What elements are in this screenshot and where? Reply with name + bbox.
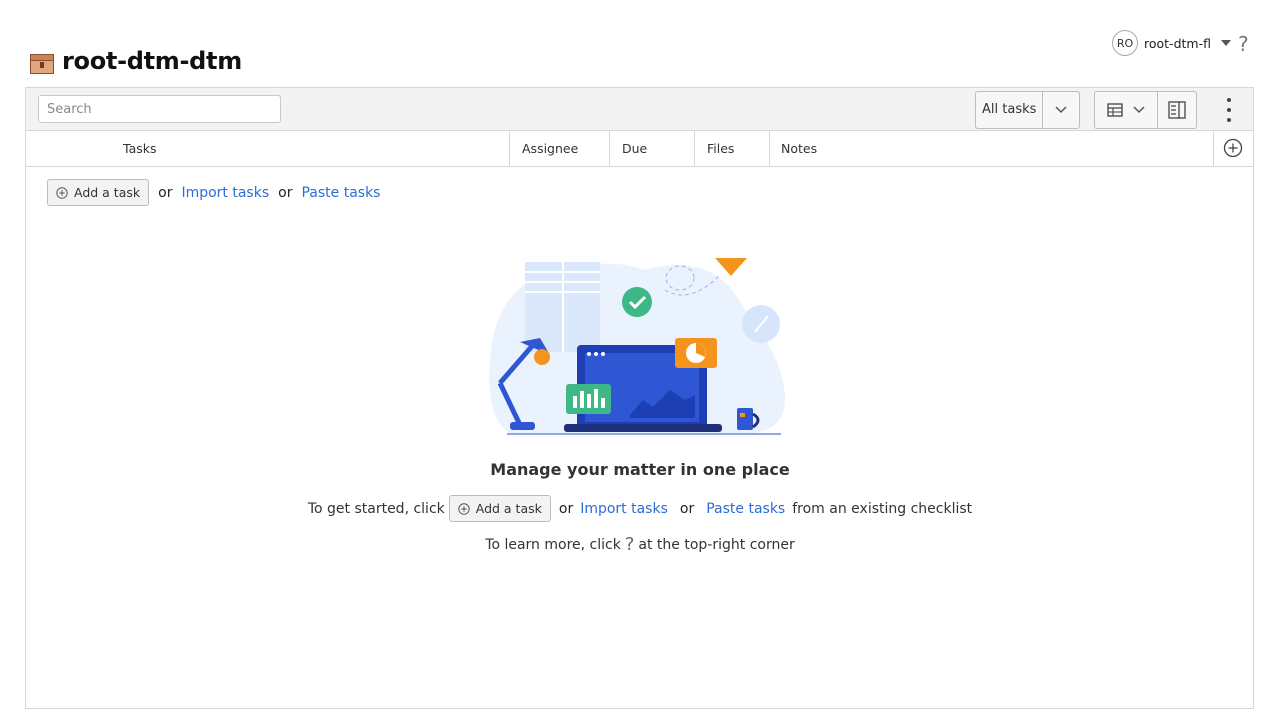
kebab-menu-icon[interactable] xyxy=(1220,98,1238,122)
or-text: or xyxy=(158,184,173,201)
add-task-label: Add a task xyxy=(475,501,542,516)
user-name: root-dtm-fl xyxy=(1144,35,1211,51)
column-divider xyxy=(769,131,770,166)
help-icon[interactable]: ? xyxy=(1238,32,1249,56)
task-filter-select[interactable]: All tasks xyxy=(975,91,1081,129)
column-tasks[interactable]: Tasks xyxy=(123,131,157,166)
or-text: or xyxy=(558,500,574,517)
add-task-row: Add a task or Import tasks or Paste task… xyxy=(47,179,380,206)
or-text: or xyxy=(278,184,293,201)
table-view-button[interactable] xyxy=(1095,92,1158,128)
paste-tasks-link[interactable]: Paste tasks xyxy=(301,185,380,201)
import-tasks-link-inline[interactable]: Import tasks xyxy=(580,501,668,517)
get-started-prefix: To get started, click xyxy=(307,500,445,517)
empty-state-heading: Manage your matter in one place xyxy=(490,460,790,479)
chevron-down-icon xyxy=(1055,106,1067,114)
add-task-label: Add a task xyxy=(74,185,141,200)
add-task-button[interactable]: Add a task xyxy=(47,179,150,206)
view-switcher xyxy=(1094,91,1197,129)
column-notes[interactable]: Notes xyxy=(781,131,817,166)
empty-state-illustration xyxy=(489,258,785,435)
column-files[interactable]: Files xyxy=(707,131,734,166)
avatar: RO xyxy=(1112,30,1138,56)
matter-icon xyxy=(30,54,54,74)
user-menu[interactable]: RO root-dtm-fl xyxy=(1112,30,1231,56)
column-divider xyxy=(609,131,610,166)
page-title: root-dtm-dtm xyxy=(62,47,242,75)
chevron-down-icon xyxy=(1133,106,1145,114)
learn-more-prefix: To learn more, click xyxy=(485,536,621,553)
column-divider xyxy=(509,131,510,166)
help-icon: ? xyxy=(624,534,635,555)
import-tasks-link[interactable]: Import tasks xyxy=(181,185,269,201)
paste-tasks-link-inline[interactable]: Paste tasks xyxy=(706,501,785,517)
get-started-line: To get started, click Add a task or Impo… xyxy=(0,495,1280,522)
learn-more-suffix: at the top-right corner xyxy=(638,536,795,553)
column-due[interactable]: Due xyxy=(622,131,647,166)
split-view-button[interactable] xyxy=(1158,92,1196,128)
or-text: or xyxy=(679,500,695,517)
add-column-icon[interactable] xyxy=(1223,138,1243,158)
add-circle-icon xyxy=(56,186,68,199)
split-view-icon xyxy=(1168,101,1186,119)
column-divider xyxy=(694,131,695,166)
caret-down-icon xyxy=(1220,40,1231,46)
get-started-suffix: from an existing checklist xyxy=(792,500,973,517)
column-divider xyxy=(1213,131,1214,166)
filter-label: All tasks xyxy=(976,92,1044,128)
add-task-button-inline[interactable]: Add a task xyxy=(448,495,551,522)
table-view-icon xyxy=(1107,103,1123,117)
add-circle-icon xyxy=(458,502,470,515)
search-input[interactable] xyxy=(38,95,281,123)
filter-dropdown-button[interactable] xyxy=(1043,92,1079,128)
learn-more-line: To learn more, click ? at the top-right … xyxy=(0,534,1280,555)
column-assignee[interactable]: Assignee xyxy=(522,131,578,166)
